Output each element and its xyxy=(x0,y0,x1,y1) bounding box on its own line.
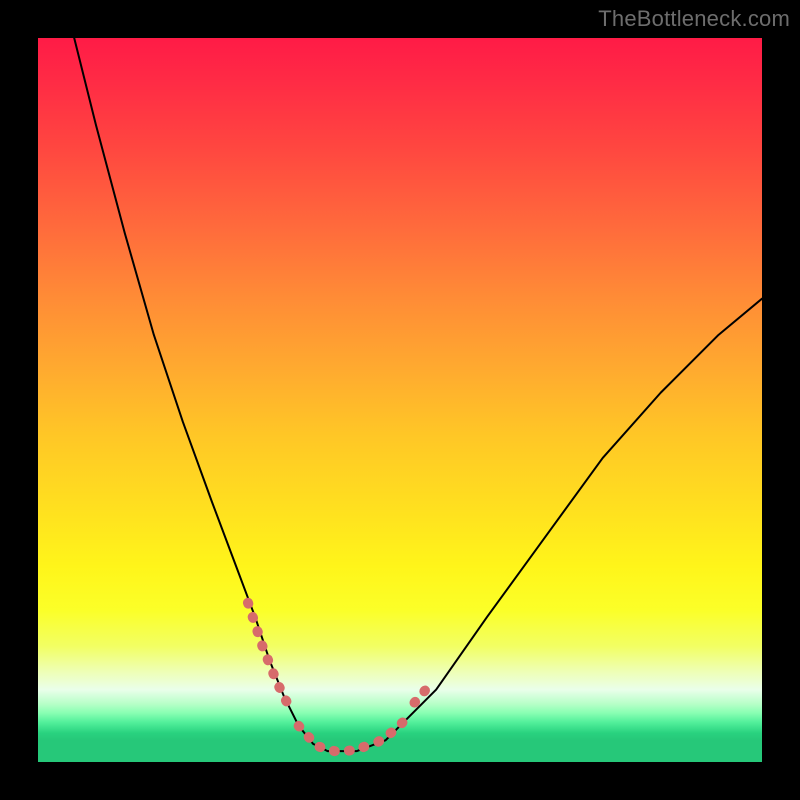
series-highlight-segments-seg-1 xyxy=(299,726,371,751)
curve-layer xyxy=(38,38,762,762)
series-highlight-segments-seg-2 xyxy=(378,721,403,741)
plot-area xyxy=(38,38,762,762)
series-highlight-segments-seg-0 xyxy=(248,603,291,712)
chart-frame: TheBottleneck.com xyxy=(0,0,800,800)
watermark-text: TheBottleneck.com xyxy=(598,6,790,32)
series-bottleneck-curve xyxy=(74,38,762,751)
